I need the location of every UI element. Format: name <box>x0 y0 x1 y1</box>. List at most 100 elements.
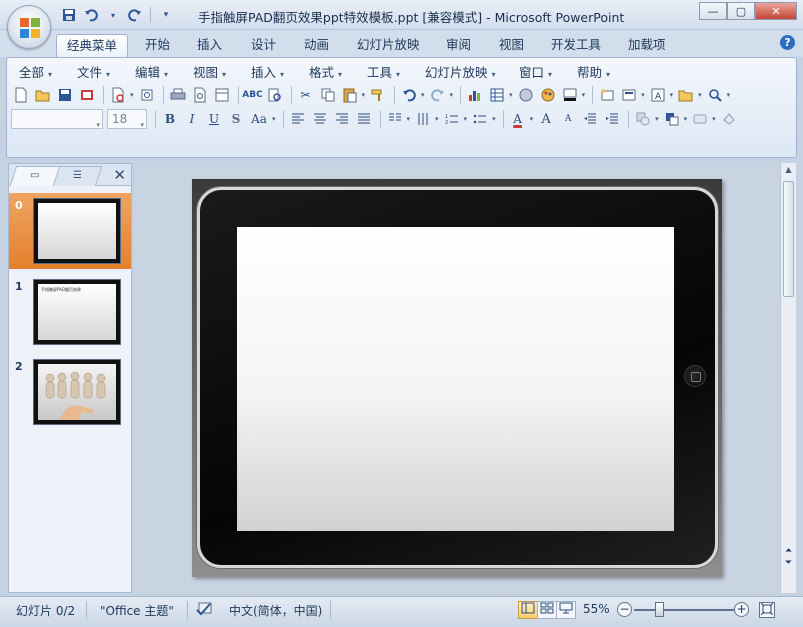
shadow-button[interactable]: S <box>226 109 246 129</box>
font-color-button[interactable]: A <box>508 109 528 129</box>
chevron-down-icon[interactable]: ▾ <box>655 115 659 123</box>
table-icon[interactable] <box>487 85 507 105</box>
menu-slideshow[interactable]: 幻灯片放映 ▾ <box>425 62 496 81</box>
align-center-icon[interactable] <box>310 109 330 129</box>
bullets-icon[interactable] <box>470 109 490 129</box>
layout-icon[interactable] <box>212 85 232 105</box>
slide-layout-icon[interactable] <box>619 85 639 105</box>
italic-button[interactable]: I <box>182 109 202 129</box>
chevron-down-icon[interactable]: ▾ <box>684 115 688 123</box>
tab-addins[interactable]: 加载项 <box>618 34 676 57</box>
tab-review[interactable]: 审阅 <box>436 34 481 57</box>
columns-icon[interactable] <box>385 109 405 129</box>
grow-font-button[interactable]: A <box>536 109 556 129</box>
chevron-down-icon[interactable]: ▾ <box>582 91 586 99</box>
spell-check-icon[interactable] <box>196 602 214 619</box>
vertical-scrollbar[interactable]: ▲ ⏶ ⏷ <box>780 163 796 593</box>
spelling-icon[interactable]: ABC <box>242 85 262 105</box>
save-icon[interactable] <box>55 85 75 105</box>
slide-thumbnail-1[interactable]: 1 手指触屏PAD翻页效果 <box>9 274 131 350</box>
close-button[interactable]: ✕ <box>755 2 797 20</box>
zoom-level[interactable]: 55% <box>583 602 610 616</box>
chevron-down-icon[interactable]: ▾ <box>530 115 534 123</box>
chart-icon[interactable] <box>465 85 485 105</box>
tab-view[interactable]: 视图 <box>489 34 534 57</box>
minimize-button[interactable]: — <box>699 2 727 20</box>
normal-view-button[interactable] <box>518 601 538 619</box>
new-slide-icon[interactable] <box>597 85 617 105</box>
copy-icon[interactable] <box>318 85 338 105</box>
menu-format[interactable]: 格式 ▾ <box>309 62 342 81</box>
attach-icon[interactable] <box>137 85 157 105</box>
align-right-icon[interactable] <box>332 109 352 129</box>
zoom-out-button[interactable]: − <box>617 602 632 617</box>
tab-slideshow[interactable]: 幻灯片放映 <box>347 34 430 57</box>
textbox-icon[interactable]: A <box>648 85 668 105</box>
quick-styles-icon[interactable] <box>690 109 710 129</box>
slide-thumbnail-0[interactable]: 0 <box>9 193 131 269</box>
research-icon[interactable] <box>265 85 285 105</box>
chevron-down-icon[interactable]: ▾ <box>407 115 411 123</box>
chevron-down-icon[interactable]: ▾ <box>130 91 134 99</box>
undo-icon[interactable] <box>399 85 419 105</box>
language-indicator[interactable]: 中文(简体，中国) <box>229 602 322 619</box>
chevron-down-icon[interactable]: ▾ <box>464 115 468 123</box>
customize-qat-icon[interactable]: ▾ <box>157 6 175 24</box>
preview-icon[interactable] <box>190 85 210 105</box>
menu-window[interactable]: 窗口 ▾ <box>519 62 552 81</box>
menu-file[interactable]: 文件 ▾ <box>77 62 110 81</box>
tab-design[interactable]: 设计 <box>241 34 286 57</box>
redo-icon[interactable] <box>428 85 448 105</box>
tab-developer[interactable]: 开发工具 <box>541 34 611 57</box>
scroll-up-icon[interactable]: ▲ <box>782 165 795 179</box>
change-case-button[interactable]: Aa <box>248 109 270 129</box>
zoom-slider-track[interactable] <box>634 609 734 611</box>
open-icon[interactable] <box>33 85 53 105</box>
menu-insert[interactable]: 插入 ▾ <box>251 62 284 81</box>
chevron-down-icon[interactable]: ▾ <box>670 91 674 99</box>
tab-insert[interactable]: 插入 <box>187 34 232 57</box>
tab-slides[interactable]: ▭ <box>9 166 61 186</box>
slide-sorter-view-button[interactable] <box>537 601 557 619</box>
align-left-icon[interactable] <box>288 109 308 129</box>
tab-animations[interactable]: 动画 <box>294 34 339 57</box>
office-button[interactable] <box>7 5 51 49</box>
format-painter-icon[interactable] <box>368 85 388 105</box>
bold-button[interactable]: B <box>160 109 180 129</box>
slide-thumbnail-2[interactable]: 2 <box>9 354 131 430</box>
folder-icon[interactable] <box>676 85 696 105</box>
search-icon[interactable] <box>705 85 725 105</box>
undo-icon[interactable] <box>82 6 100 24</box>
undo-dropdown-icon[interactable]: ▾ <box>104 6 122 24</box>
color-scheme-icon[interactable] <box>538 85 558 105</box>
menu-help[interactable]: 帮助 ▾ <box>577 62 610 81</box>
chevron-down-icon[interactable]: ▾ <box>492 115 496 123</box>
chevron-down-icon[interactable]: ▾ <box>698 91 702 99</box>
slideshow-view-button[interactable] <box>556 601 576 619</box>
chevron-down-icon[interactable]: ▾ <box>272 115 276 123</box>
fit-to-window-icon[interactable] <box>759 602 775 618</box>
paste-icon[interactable] <box>340 85 360 105</box>
numbering-icon[interactable]: 12 <box>442 109 462 129</box>
font-name-combo[interactable]: ▾ <box>11 109 103 129</box>
clipart-icon[interactable] <box>516 85 536 105</box>
decrease-indent-icon[interactable] <box>580 109 600 129</box>
menu-view[interactable]: 视图 ▾ <box>193 62 226 81</box>
shapes-icon[interactable] <box>633 109 653 129</box>
chevron-down-icon[interactable]: ▾ <box>421 91 425 99</box>
save-icon[interactable] <box>60 6 78 24</box>
maximize-button[interactable]: ▢ <box>727 2 755 20</box>
increase-indent-icon[interactable] <box>602 109 622 129</box>
print-preview-icon[interactable] <box>108 85 128 105</box>
new-icon[interactable] <box>11 85 31 105</box>
next-slide-icon[interactable]: ⏷ <box>782 557 795 569</box>
shape-fill-icon[interactable] <box>719 109 739 129</box>
shrink-font-button[interactable]: A <box>558 109 578 129</box>
menu-all[interactable]: 全部 ▾ <box>19 62 52 81</box>
justify-icon[interactable] <box>354 109 374 129</box>
slide-canvas[interactable] <box>192 179 722 577</box>
font-size-combo[interactable]: 18 ▾ <box>107 109 147 129</box>
menu-tools[interactable]: 工具 ▾ <box>367 62 400 81</box>
chevron-down-icon[interactable]: ▾ <box>712 115 716 123</box>
previous-slide-icon[interactable]: ⏶ <box>782 545 795 557</box>
